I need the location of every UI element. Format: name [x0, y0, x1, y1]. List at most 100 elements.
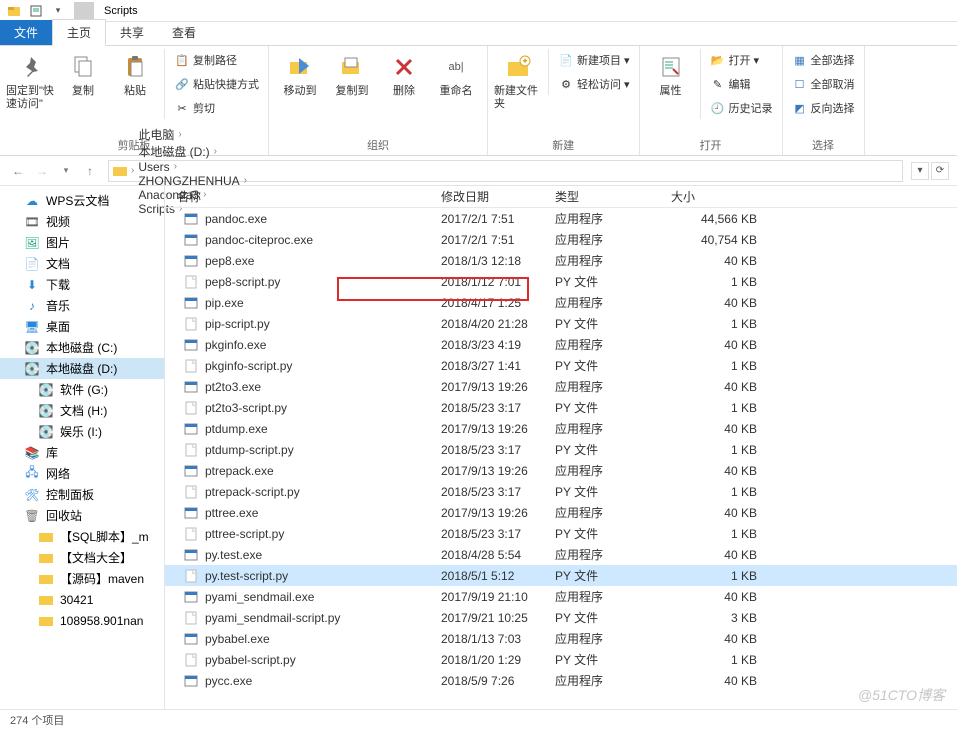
breadcrumb[interactable]: › 此电脑 ›本地磁盘 (D:) ›Users ›ZHONGZHENHUA ›A…: [108, 160, 903, 182]
file-row[interactable]: py.test.exe2018/4/28 5:54应用程序40 KB: [165, 544, 957, 565]
tree-item[interactable]: 💽本地磁盘 (D:): [0, 358, 164, 379]
tree-item[interactable]: 🛠控制面板: [0, 484, 164, 505]
ctrl-icon: 🛠: [24, 488, 40, 502]
file-row[interactable]: pandoc.exe2017/2/1 7:51应用程序44,566 KB: [165, 208, 957, 229]
open-extra: 📂打开 ▾ ✎编辑 🕘历史记录: [700, 49, 776, 119]
copy-path-button[interactable]: 📋复制路径: [171, 49, 262, 71]
tab-file[interactable]: 文件: [0, 20, 52, 45]
col-header-name[interactable]: 名称: [165, 188, 429, 205]
moveto-button[interactable]: 移动到: [275, 49, 325, 98]
forward-button[interactable]: →: [32, 161, 52, 181]
tree-item[interactable]: 💽娱乐 (I:): [0, 421, 164, 442]
tree-item[interactable]: 📚库: [0, 442, 164, 463]
file-row[interactable]: pep8-script.py2018/1/12 7:01PY 文件1 KB: [165, 271, 957, 292]
tree-item[interactable]: 【源码】maven: [0, 568, 164, 589]
file-name: pycc.exe: [205, 674, 252, 688]
file-rows[interactable]: pandoc.exe2017/2/1 7:51应用程序44,566 KBpand…: [165, 208, 957, 709]
newfolder-button[interactable]: ✦新建文件夹: [494, 49, 544, 111]
col-header-size[interactable]: 大小: [659, 188, 779, 205]
file-row[interactable]: pt2to3.exe2017/9/13 19:26应用程序40 KB: [165, 376, 957, 397]
pin-quick-access-button[interactable]: 固定到"快速访问": [6, 49, 56, 111]
qat-dropdown-icon[interactable]: ▾: [48, 2, 68, 20]
exe-icon: [183, 253, 199, 269]
easyaccess-button[interactable]: ⚙轻松访问 ▾: [555, 73, 633, 95]
exe-icon: [183, 547, 199, 563]
dropdown-icon[interactable]: ▾: [911, 162, 929, 180]
tree-item[interactable]: 108958.901nan: [0, 610, 164, 631]
breadcrumb-segment[interactable]: 本地磁盘 (D:) ›: [138, 143, 247, 160]
exe-icon: [183, 505, 199, 521]
props-qat-icon[interactable]: [26, 2, 46, 20]
history-button[interactable]: 🕘历史记录: [707, 97, 776, 119]
file-row[interactable]: ptrepack-script.py2018/5/23 3:17PY 文件1 K…: [165, 481, 957, 502]
copyto-button[interactable]: 复制到: [327, 49, 377, 98]
breadcrumb-segment[interactable]: 此电脑 ›: [138, 126, 247, 143]
watermark: @51CTO博客: [858, 685, 945, 705]
breadcrumb-segment[interactable]: Users ›: [138, 160, 247, 174]
select-invert-button[interactable]: ◩反向选择: [789, 97, 858, 119]
tree-item[interactable]: 🖧网络: [0, 463, 164, 484]
open-button[interactable]: 📂打开 ▾: [707, 49, 776, 71]
tree-item[interactable]: ♪音乐: [0, 295, 164, 316]
col-header-type[interactable]: 类型: [543, 188, 659, 205]
file-row[interactable]: ptdump-script.py2018/5/23 3:17PY 文件1 KB: [165, 439, 957, 460]
navigation-tree[interactable]: ☁WPS云文档🎞视频🖼图片📄文档⬇下载♪音乐🖥桌面💽本地磁盘 (C:)💽本地磁盘…: [0, 186, 165, 709]
file-row[interactable]: py.test-script.py2018/5/1 5:12PY 文件1 KB: [165, 565, 957, 586]
tab-share[interactable]: 共享: [106, 20, 158, 45]
rename-button[interactable]: ab|重命名: [431, 49, 481, 98]
recent-dropdown[interactable]: ▾: [56, 161, 76, 181]
file-row[interactable]: pip-script.py2018/4/20 21:28PY 文件1 KB: [165, 313, 957, 334]
paste-shortcut-button[interactable]: 🔗粘贴快捷方式: [171, 73, 262, 95]
props-button[interactable]: 属性: [646, 49, 696, 98]
file-row[interactable]: pttree-script.py2018/5/23 3:17PY 文件1 KB: [165, 523, 957, 544]
file-row[interactable]: ptrepack.exe2017/9/13 19:26应用程序40 KB: [165, 460, 957, 481]
file-size: 1 KB: [659, 569, 779, 583]
file-row[interactable]: ptdump.exe2017/9/13 19:26应用程序40 KB: [165, 418, 957, 439]
file-row[interactable]: pttree.exe2017/9/13 19:26应用程序40 KB: [165, 502, 957, 523]
file-row[interactable]: pip.exe2018/4/17 1:25应用程序40 KB: [165, 292, 957, 313]
tree-item-label: 桌面: [46, 318, 70, 335]
tree-item[interactable]: ⬇下载: [0, 274, 164, 295]
file-type: 应用程序: [543, 672, 659, 689]
list-header[interactable]: 名称 修改日期 类型 大小: [165, 186, 957, 208]
file-row[interactable]: pycc.exe2018/5/9 7:26应用程序40 KB: [165, 670, 957, 691]
tree-item[interactable]: 🖥桌面: [0, 316, 164, 337]
up-button[interactable]: ↑: [80, 161, 100, 181]
tree-item[interactable]: 💽本地磁盘 (C:): [0, 337, 164, 358]
tab-view[interactable]: 查看: [158, 20, 210, 45]
music-icon: ♪: [24, 299, 40, 313]
newitem-button[interactable]: 📄新建项目 ▾: [555, 49, 633, 71]
file-row[interactable]: pep8.exe2018/1/3 12:18应用程序40 KB: [165, 250, 957, 271]
tree-item[interactable]: ☁WPS云文档: [0, 190, 164, 211]
exe-icon: [183, 211, 199, 227]
tree-item[interactable]: 📄文档: [0, 253, 164, 274]
tree-item[interactable]: 【SQL脚本】_m: [0, 526, 164, 547]
refresh-button[interactable]: ⟳: [931, 162, 949, 180]
paste-button[interactable]: 粘贴: [110, 49, 160, 98]
select-all-button[interactable]: ▦全部选择: [789, 49, 858, 71]
tree-item[interactable]: 【文档大全】: [0, 547, 164, 568]
file-row[interactable]: pybabel-script.py2018/1/20 1:29PY 文件1 KB: [165, 649, 957, 670]
tree-item[interactable]: 30421: [0, 589, 164, 610]
tree-item[interactable]: 💽文档 (H:): [0, 400, 164, 421]
edit-button[interactable]: ✎编辑: [707, 73, 776, 95]
tree-item[interactable]: 🎞视频: [0, 211, 164, 232]
tree-item[interactable]: 🖼图片: [0, 232, 164, 253]
tree-item[interactable]: 🗑回收站: [0, 505, 164, 526]
window-title: Scripts: [100, 2, 142, 20]
file-row[interactable]: pybabel.exe2018/1/13 7:03应用程序40 KB: [165, 628, 957, 649]
file-row[interactable]: pkginfo-script.py2018/3/27 1:41PY 文件1 KB: [165, 355, 957, 376]
tab-home[interactable]: 主页: [52, 19, 106, 46]
file-row[interactable]: pyami_sendmail.exe2017/9/19 21:10应用程序40 …: [165, 586, 957, 607]
copy-button[interactable]: 复制: [58, 49, 108, 98]
delete-button[interactable]: 删除: [379, 49, 429, 98]
select-none-button[interactable]: ☐全部取消: [789, 73, 858, 95]
col-header-date[interactable]: 修改日期: [429, 188, 543, 205]
file-row[interactable]: pyami_sendmail-script.py2017/9/21 10:25P…: [165, 607, 957, 628]
back-button[interactable]: ←: [8, 161, 28, 181]
file-row[interactable]: pandoc-citeproc.exe2017/2/1 7:51应用程序40,7…: [165, 229, 957, 250]
file-row[interactable]: pt2to3-script.py2018/5/23 3:17PY 文件1 KB: [165, 397, 957, 418]
file-row[interactable]: pkginfo.exe2018/3/23 4:19应用程序40 KB: [165, 334, 957, 355]
cut-button[interactable]: ✂剪切: [171, 97, 262, 119]
tree-item[interactable]: 💽软件 (G:): [0, 379, 164, 400]
